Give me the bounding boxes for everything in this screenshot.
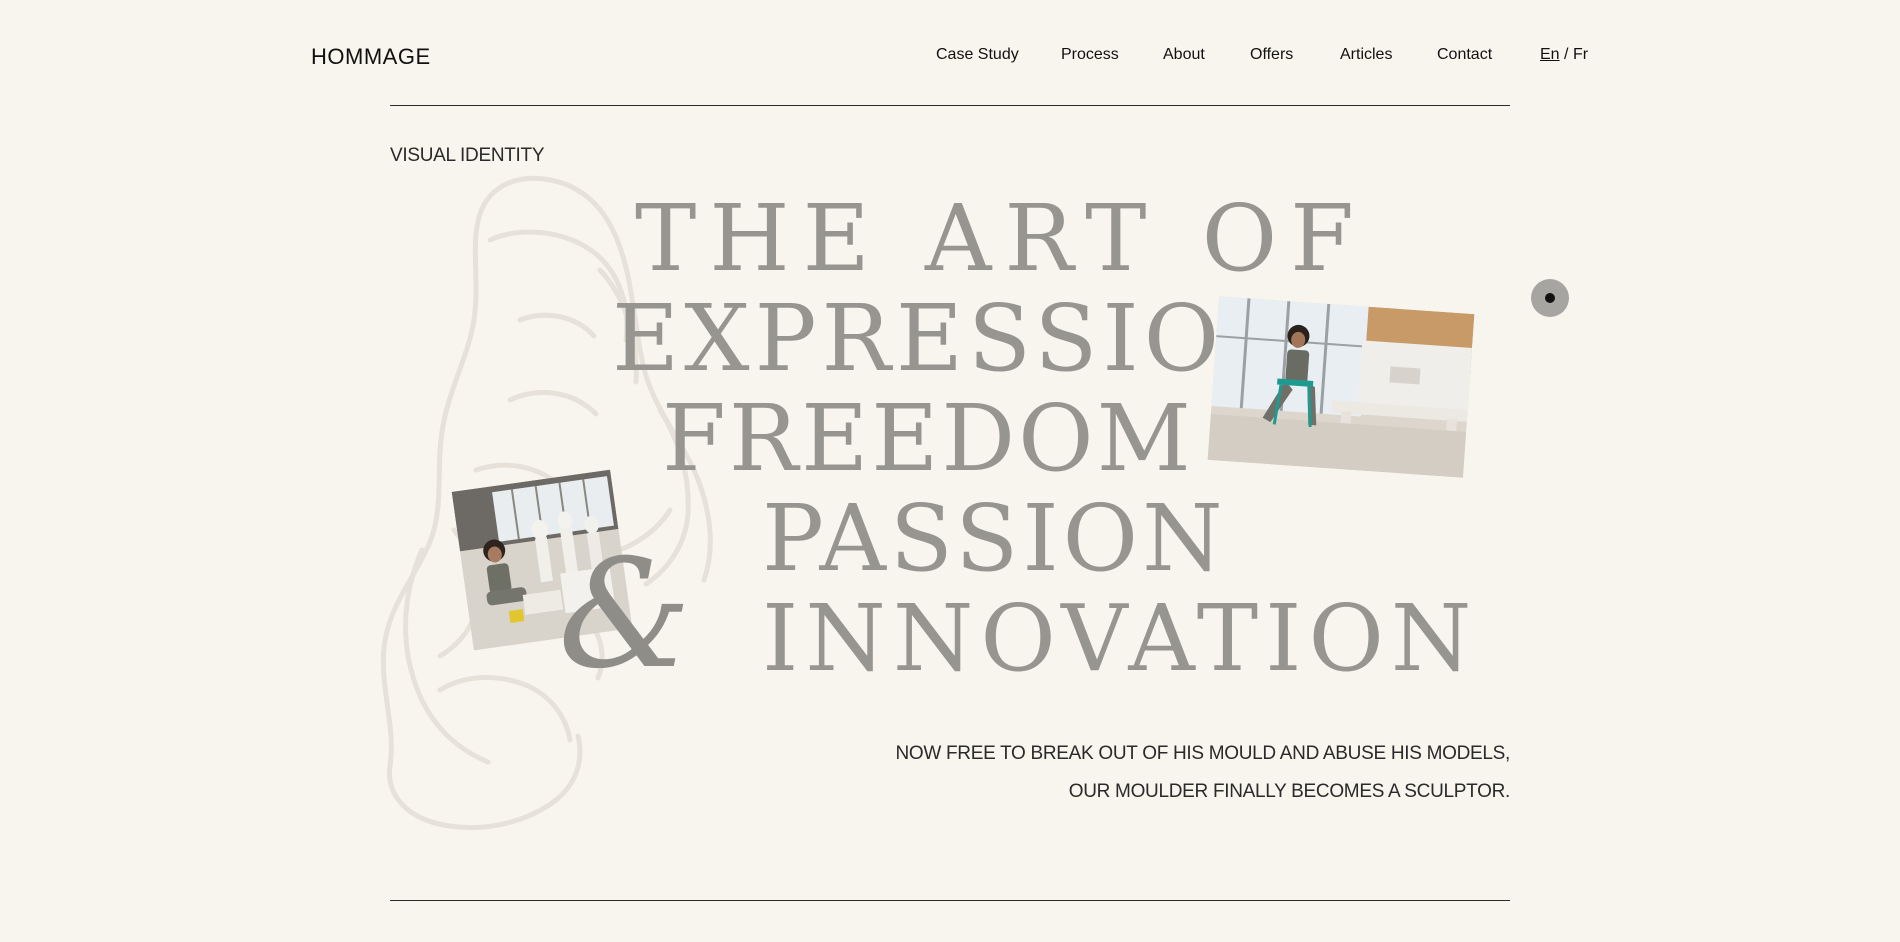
sculptor-studio-photo — [1207, 296, 1475, 478]
headline-line-3: FREEDOM — [662, 385, 1194, 492]
nav-offers[interactable]: Offers — [1250, 46, 1293, 64]
tagline-line-2: OUR MOULDER FINALLY BECOMES A SCULPTOR. — [1068, 781, 1511, 802]
headline-line-4: PASSION — [762, 485, 1227, 592]
lang-fr[interactable]: Fr — [1573, 46, 1588, 63]
tagline-line-1: NOW FREE TO BREAK OUT OF HIS MOULD AND A… — [895, 743, 1510, 764]
section-eyebrow: VISUAL IDENTITY — [390, 145, 545, 166]
nav-process[interactable]: Process — [1061, 46, 1119, 64]
headline-line-1: THE ART OF — [635, 185, 1367, 292]
headline-line-2: EXPRESSION — [612, 285, 1310, 392]
nav-case-study[interactable]: Case Study — [936, 46, 1019, 64]
bottom-divider — [390, 900, 1510, 901]
nav-contact[interactable]: Contact — [1437, 46, 1492, 64]
main-nav: Case Study Process About Offers Articles… — [0, 46, 1900, 66]
language-switcher: En / Fr — [1540, 46, 1588, 64]
headline-line-5: INNOVATION — [762, 585, 1479, 692]
nav-articles[interactable]: Articles — [1340, 46, 1392, 64]
nav-about[interactable]: About — [1163, 46, 1205, 64]
top-divider — [390, 105, 1510, 106]
dot-icon — [1545, 293, 1555, 303]
ampersand: & — [558, 528, 692, 702]
dot-button[interactable] — [1531, 279, 1569, 317]
lang-separator: / — [1564, 46, 1569, 63]
lang-en[interactable]: En — [1540, 46, 1560, 63]
